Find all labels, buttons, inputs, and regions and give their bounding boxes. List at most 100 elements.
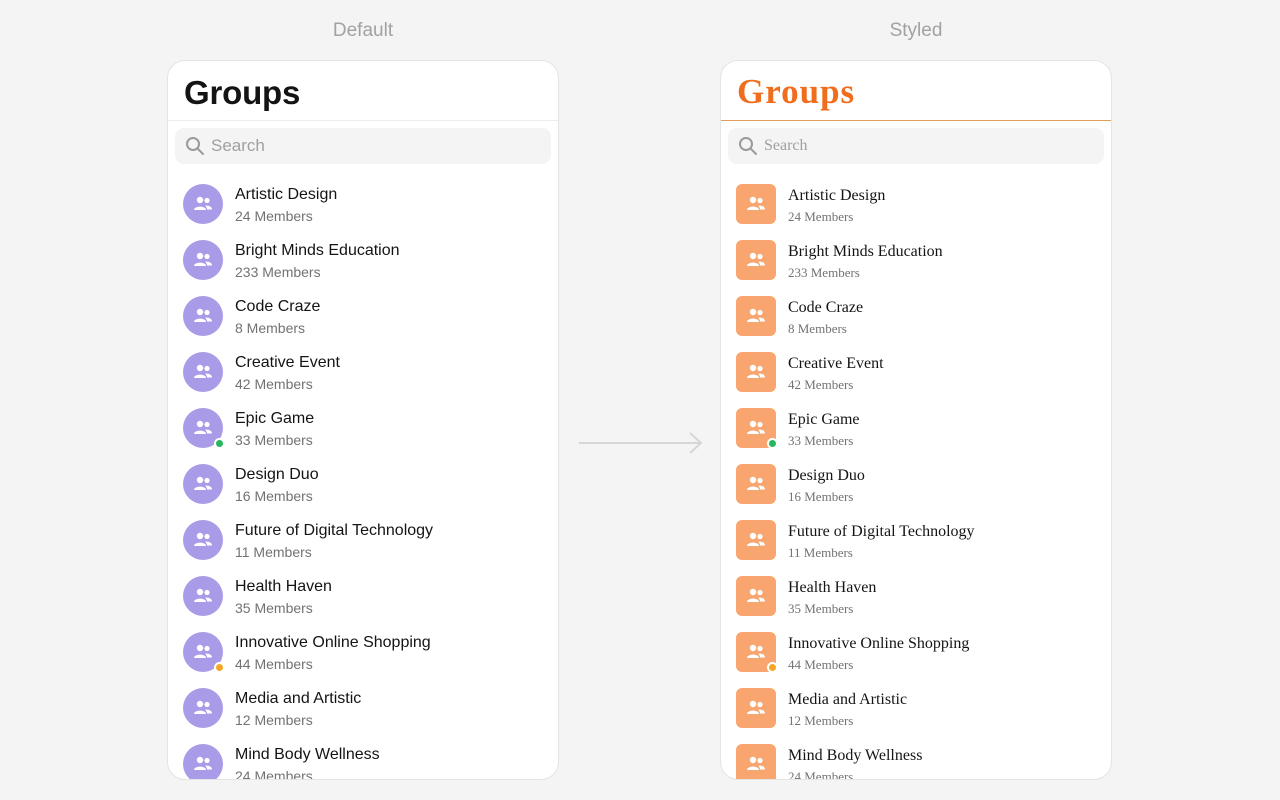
list-item[interactable]: Mind Body Wellness 24 Members (721, 735, 1111, 780)
group-icon (747, 756, 765, 770)
group-icon (194, 252, 212, 266)
group-name: Future of Digital Technology (235, 522, 434, 539)
group-name: Artistic Design (235, 186, 338, 203)
avatar (183, 632, 225, 673)
group-icon (194, 644, 212, 658)
avatar (736, 408, 778, 449)
member-count: 24 Members (235, 768, 313, 780)
group-icon (194, 364, 212, 378)
group-icon (747, 476, 765, 490)
avatar (736, 688, 776, 728)
group-icon (194, 532, 212, 546)
list-item[interactable]: Health Haven 35 Members (721, 567, 1111, 623)
search-icon (186, 137, 204, 155)
list-item[interactable]: Media and Artistic 12 Members (721, 679, 1111, 735)
avatar (183, 744, 223, 779)
list-item[interactable]: Bright Minds Education 233 Members (721, 231, 1111, 287)
avatar (183, 408, 225, 449)
online-status-badge (767, 438, 778, 449)
member-count: 24 Members (788, 209, 854, 224)
list-item[interactable]: Innovative Online Shopping 44 Members (721, 623, 1111, 679)
list-item[interactable]: Artistic Design 24 Members (168, 175, 558, 231)
group-icon (747, 364, 765, 378)
group-icon (194, 420, 212, 434)
list-item[interactable]: Code Craze 8 Members (721, 287, 1111, 343)
group-name: Artistic Design (788, 187, 886, 204)
group-name: Media and Artistic (788, 691, 908, 708)
search-placeholder: Search (764, 137, 808, 154)
arrow-right-icon (579, 432, 703, 454)
group-icon (747, 196, 765, 210)
group-icon (194, 700, 212, 714)
default-caption: Default (332, 20, 394, 41)
group-name: Bright Minds Education (788, 243, 943, 260)
online-status-badge (214, 438, 225, 449)
group-name: Mind Body Wellness (235, 746, 380, 763)
avatar (183, 184, 223, 224)
list-item[interactable]: Epic Game 33 Members (721, 399, 1111, 455)
group-name: Creative Event (235, 354, 340, 371)
group-icon (747, 532, 765, 546)
list-item[interactable]: Epic Game 33 Members (168, 399, 558, 455)
member-count: 12 Members (235, 712, 313, 728)
avatar (183, 520, 223, 560)
avatar (736, 184, 776, 224)
group-icon (747, 252, 765, 266)
list-item[interactable]: Design Duo 16 Members (721, 455, 1111, 511)
group-name: Mind Body Wellness (788, 747, 923, 764)
list-item[interactable]: Mind Body Wellness 24 Members (168, 735, 558, 780)
group-icon (747, 308, 765, 322)
avatar (736, 632, 778, 673)
list-item[interactable]: Media and Artistic 12 Members (168, 679, 558, 735)
list-item[interactable]: Creative Event 42 Members (168, 343, 558, 399)
list-item[interactable]: Bright Minds Education 233 Members (168, 231, 558, 287)
styled-groups-panel: Groups Search Artistic Design 24 Members B… (720, 60, 1112, 780)
list-item[interactable]: Design Duo 16 Members (168, 455, 558, 511)
avatar (183, 688, 223, 728)
avatar (183, 296, 223, 336)
group-icon (747, 700, 765, 714)
avatar (736, 744, 776, 779)
member-count: 42 Members (235, 376, 313, 392)
group-icon (194, 308, 212, 322)
avatar (736, 240, 776, 280)
group-name: Design Duo (788, 467, 865, 484)
member-count: 8 Members (235, 320, 306, 336)
member-count: 24 Members (235, 208, 313, 224)
group-icon (747, 420, 765, 434)
list-item[interactable]: Health Haven 35 Members (168, 567, 558, 623)
group-list: Artistic Design 24 Members Bright Minds Ed… (721, 175, 1111, 780)
group-name: Epic Game (788, 411, 860, 428)
group-icon (747, 644, 765, 658)
member-count: 233 Members (235, 264, 321, 280)
avatar (183, 464, 223, 504)
group-name: Media and Artistic (235, 690, 362, 707)
avatar (736, 352, 776, 392)
member-count: 24 Members (788, 769, 854, 780)
list-item[interactable]: Innovative Online Shopping 44 Members (168, 623, 558, 679)
group-icon (194, 756, 212, 770)
search-placeholder: Search (211, 136, 265, 155)
group-icon (194, 476, 212, 490)
member-count: 35 Members (788, 601, 854, 616)
list-item[interactable]: Code Craze 8 Members (168, 287, 558, 343)
header: Groups (168, 61, 558, 121)
avatar (183, 240, 223, 280)
list-item[interactable]: Future of Digital Technology 11 Members (721, 511, 1111, 567)
group-name: Innovative Online Shopping (235, 634, 431, 651)
member-count: 35 Members (235, 600, 313, 616)
group-name: Bright Minds Education (235, 242, 400, 259)
search-icon (739, 137, 757, 155)
group-icon (747, 588, 765, 602)
avatar (736, 576, 776, 616)
search-input[interactable]: Search (728, 128, 1104, 164)
list-item[interactable]: Artistic Design 24 Members (721, 175, 1111, 231)
page-title: Groups (737, 72, 856, 111)
group-icon (194, 588, 212, 602)
search-input[interactable]: Search (175, 128, 551, 164)
styled-caption: Styled (889, 20, 943, 41)
group-name: Code Craze (788, 299, 864, 316)
list-item[interactable]: Creative Event 42 Members (721, 343, 1111, 399)
list-item[interactable]: Future of Digital Technology 11 Members (168, 511, 558, 567)
group-name: Health Haven (235, 578, 332, 595)
